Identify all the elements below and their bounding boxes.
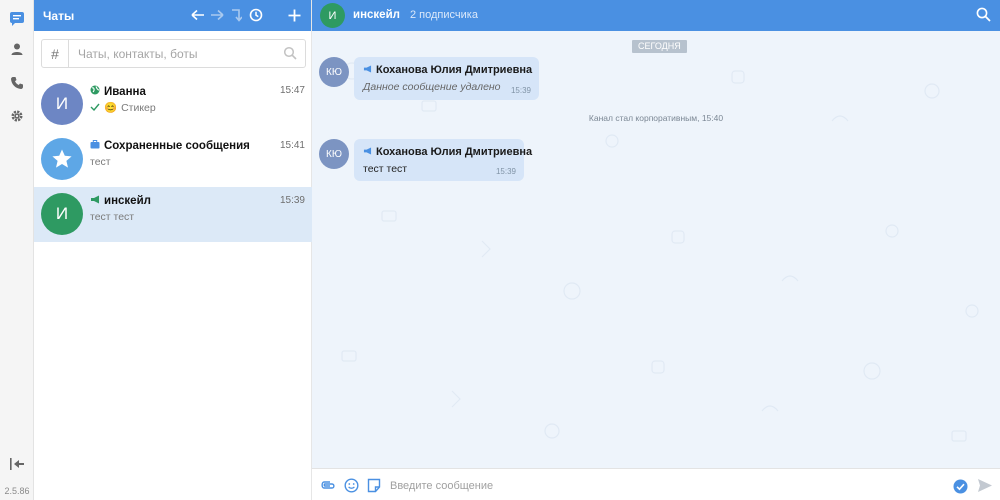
briefcase-icon	[90, 140, 100, 152]
phone-icon[interactable]	[7, 73, 27, 93]
chat-preview: тест	[90, 156, 111, 168]
attach-icon[interactable]	[320, 477, 336, 493]
plus-icon[interactable]	[285, 6, 303, 24]
message-text: Данное сообщение удалено	[363, 81, 501, 93]
message-bubble[interactable]: Коханова Юлия Дмитриевна Данное сообщени…	[354, 57, 539, 100]
chat-preview-text: тест	[90, 156, 111, 168]
message-bubble[interactable]: Коханова Юлия Дмитриевна тест тест 15:39	[354, 139, 532, 181]
message-sender-name: Коханова Юлия Дмитриевна	[376, 64, 533, 76]
chat-avatar[interactable]: И	[320, 3, 345, 28]
message-composer	[312, 468, 1000, 500]
chat-list-item[interactable]: И Иванна 15:47 😊 Стикер	[34, 77, 312, 132]
chat-list-header: Чаты	[34, 0, 311, 31]
left-rail: 2.5.86	[0, 0, 34, 500]
star-avatar	[41, 138, 83, 180]
message-sender: Коханова Юлия Дмитриевна	[363, 64, 532, 76]
globe-icon	[90, 85, 100, 98]
system-message: Канал стал корпоративным, 15:40	[588, 113, 724, 123]
avatar: И	[41, 83, 83, 125]
chat-preview: тест тест	[90, 211, 134, 223]
message-input[interactable]	[390, 477, 930, 494]
sticker-icon[interactable]	[366, 477, 382, 493]
search-icon[interactable]	[283, 46, 299, 62]
sender-avatar[interactable]: КЮ	[319, 139, 349, 169]
send-icon[interactable]	[977, 477, 993, 493]
chat-list-item[interactable]: Сохраненные сообщения 15:41 тест	[34, 132, 312, 187]
emoji-icon[interactable]	[343, 477, 359, 493]
chat-name: Сохраненные сообщения	[90, 140, 250, 152]
chat-list-panel: Чаты # И Иванна 15:47 �	[34, 0, 312, 500]
chat-header: И инскейл 2 подписчика	[312, 0, 1000, 31]
chat-list-title: Чаты	[43, 8, 75, 23]
emoji-icon: 😊	[104, 102, 118, 114]
chat-search: #	[41, 39, 306, 68]
chat-list-item-active[interactable]: И инскейл 15:39 тест тест	[34, 187, 312, 242]
history-icon[interactable]	[247, 6, 265, 24]
megaphone-icon	[363, 64, 372, 76]
chat-name: инскейл	[90, 195, 151, 207]
chats-icon[interactable]	[7, 9, 27, 29]
chat-title[interactable]: инскейл	[353, 9, 400, 21]
sender-avatar[interactable]: КЮ	[319, 57, 349, 87]
megaphone-icon	[363, 146, 372, 158]
message-sender-name: Коханова Юлия Дмитриевна	[376, 146, 533, 158]
avatar: И	[41, 193, 83, 235]
gear-icon[interactable]	[7, 106, 27, 126]
message-sender: Коханова Юлия Дмитриевна	[363, 146, 532, 158]
hash-icon[interactable]: #	[42, 40, 69, 67]
search-input[interactable]	[78, 45, 278, 62]
date-divider: СЕГОДНЯ	[632, 40, 687, 53]
contacts-icon[interactable]	[7, 39, 27, 59]
search-icon[interactable]	[976, 7, 992, 23]
chat-preview-text: тест тест	[90, 211, 135, 223]
chat-preview-text: Стикер	[121, 101, 156, 114]
chat-name-label: Иванна	[104, 85, 146, 98]
chat-panel: И инскейл 2 подписчика СЕГОДНЯ КЮ Кохано…	[312, 0, 1000, 500]
chat-name: Иванна	[90, 85, 146, 98]
message-time: 15:39	[495, 167, 516, 176]
chat-time: 15:41	[279, 140, 305, 151]
chat-name-label: инскейл	[104, 195, 151, 207]
chat-preview: 😊 Стикер	[90, 101, 156, 114]
message-text: тест тест	[363, 163, 408, 175]
return-icon[interactable]	[227, 6, 245, 24]
chat-name-label: Сохраненные сообщения	[104, 140, 250, 152]
chat-time: 15:47	[279, 85, 305, 96]
megaphone-icon	[90, 195, 100, 207]
app-version: 2.5.86	[4, 486, 30, 496]
collapse-left-icon[interactable]	[7, 454, 27, 474]
subscriber-count[interactable]: 2 подписчика	[410, 9, 478, 21]
arrow-right-icon[interactable]	[208, 6, 226, 24]
status-check-icon	[952, 478, 968, 494]
check-icon	[90, 102, 100, 114]
message-time: 15:39	[510, 86, 531, 95]
arrow-left-icon[interactable]	[189, 6, 207, 24]
chat-time: 15:39	[279, 195, 305, 206]
